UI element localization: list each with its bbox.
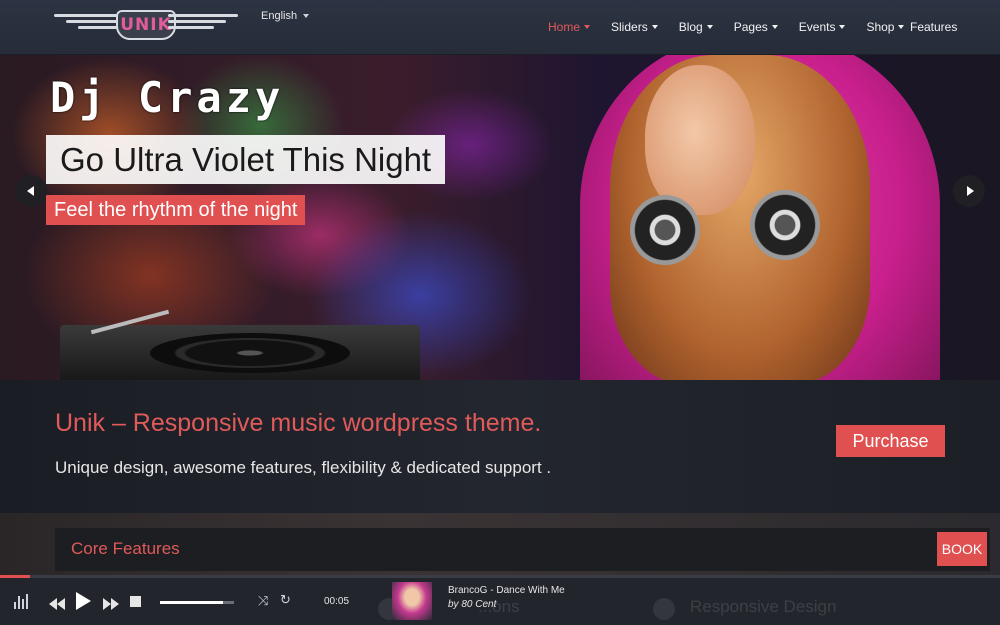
playback-progress-fill: [0, 575, 30, 578]
shuffle-icon[interactable]: ⤨: [258, 594, 268, 609]
dj-photo: [560, 55, 980, 380]
core-features-title: Core Features: [71, 539, 180, 558]
ghost-feature-label: Responsive Design: [690, 597, 837, 616]
play-icon[interactable]: [76, 592, 91, 610]
language-label: English: [261, 10, 298, 22]
nav-item-label: Shop: [866, 20, 895, 34]
purchase-button[interactable]: Purchase: [836, 425, 945, 457]
language-selector[interactable]: English: [261, 10, 310, 22]
audio-player: ...ons Responsive Design ⤨ ↻ 00:05 Branc…: [0, 575, 1000, 625]
chevron-down-icon: [584, 25, 591, 29]
promo-title: Unik – Responsive music wordpress theme.: [55, 409, 542, 437]
nav-item-pages[interactable]: Pages: [734, 20, 778, 34]
elapsed-time: 00:05: [324, 596, 350, 607]
chevron-down-icon: [303, 14, 310, 18]
chevron-down-icon: [706, 25, 713, 29]
track-title: BrancoG - Dance With Me: [448, 585, 565, 596]
book-button[interactable]: BOOK: [937, 532, 987, 566]
track-artist: by 80 Cent: [448, 599, 497, 610]
slider-next-button[interactable]: [953, 175, 985, 207]
main-nav: Home Sliders Blog Pages Events Shop Feat…: [548, 20, 957, 34]
nav-item-sliders[interactable]: Sliders: [611, 20, 658, 34]
nav-item-label: Home: [548, 20, 581, 34]
promo-section: Unik – Responsive music wordpress theme.…: [0, 380, 1000, 513]
promo-text: Unique design, awesome features, flexibi…: [55, 458, 552, 477]
nav-item-label: Sliders: [611, 20, 648, 34]
ghost-feature-icon: [653, 598, 675, 620]
playback-progress[interactable]: [0, 575, 1000, 578]
logo-wing-left: [54, 14, 124, 36]
logo-badge: UNIK: [116, 10, 176, 40]
slide-title: Dj Crazy: [50, 73, 285, 122]
chevron-left-icon: [26, 186, 34, 196]
nav-item-home[interactable]: Home: [548, 20, 591, 34]
next-track-icon[interactable]: [103, 595, 119, 610]
nav-item-label: Events: [798, 20, 836, 34]
slider-prev-button[interactable]: [15, 175, 47, 207]
repeat-icon[interactable]: ↻: [280, 593, 291, 608]
chevron-down-icon: [771, 25, 778, 29]
equalizer-icon[interactable]: [14, 593, 30, 609]
volume-slider[interactable]: [160, 601, 234, 604]
nav-item-label: Blog: [678, 20, 703, 34]
site-logo[interactable]: UNIK: [54, 8, 238, 48]
chevron-down-icon: [898, 25, 905, 29]
nav-item-events[interactable]: Events: [799, 20, 846, 34]
hero-slider: Dj Crazy Go Ultra Violet This Night Feel…: [0, 55, 1000, 380]
nav-item-blog[interactable]: Blog: [679, 20, 713, 34]
core-features-bar: Core Features: [55, 528, 990, 571]
site-header: UNIK English Home Sliders Blog Pages Eve…: [0, 0, 1000, 55]
nav-item-label: Features: [910, 20, 958, 34]
chevron-right-icon: [966, 186, 974, 196]
previous-track-icon[interactable]: [49, 595, 65, 610]
volume-slider-fill: [160, 601, 223, 604]
nav-item-label: Pages: [733, 20, 768, 34]
slide-subcaption: Feel the rhythm of the night: [46, 195, 306, 225]
logo-wing-right: [168, 14, 238, 36]
chevron-down-icon: [839, 25, 846, 29]
turntable-image: [60, 309, 420, 380]
track-thumbnail: [392, 582, 432, 620]
stop-icon[interactable]: [130, 596, 141, 607]
nav-item-features[interactable]: Features: [910, 20, 957, 34]
chevron-down-icon: [651, 25, 658, 29]
features-section: Core Features BOOK: [0, 513, 1000, 575]
nav-item-shop[interactable]: Shop: [866, 20, 905, 34]
slide-caption: Go Ultra Violet This Night: [46, 135, 446, 184]
